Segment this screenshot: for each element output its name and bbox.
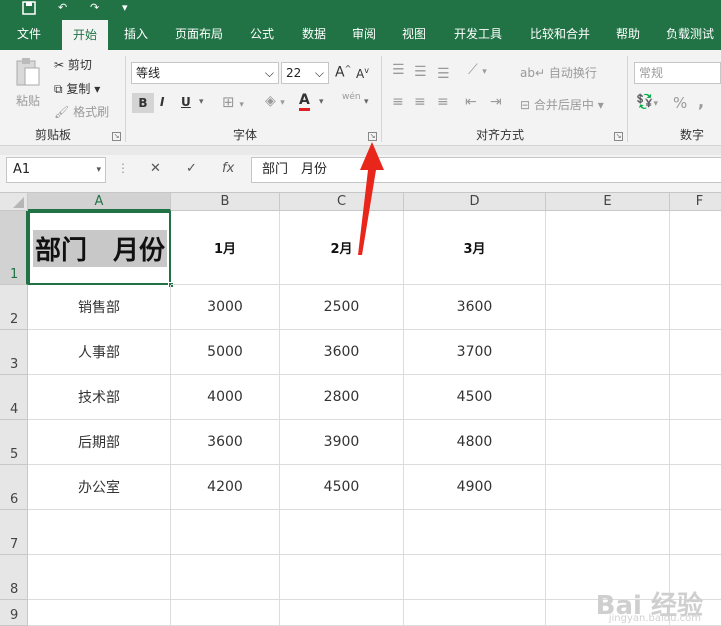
watermark-url: jingyan.baidu.com xyxy=(608,613,701,624)
annotation-arrow xyxy=(358,142,384,255)
